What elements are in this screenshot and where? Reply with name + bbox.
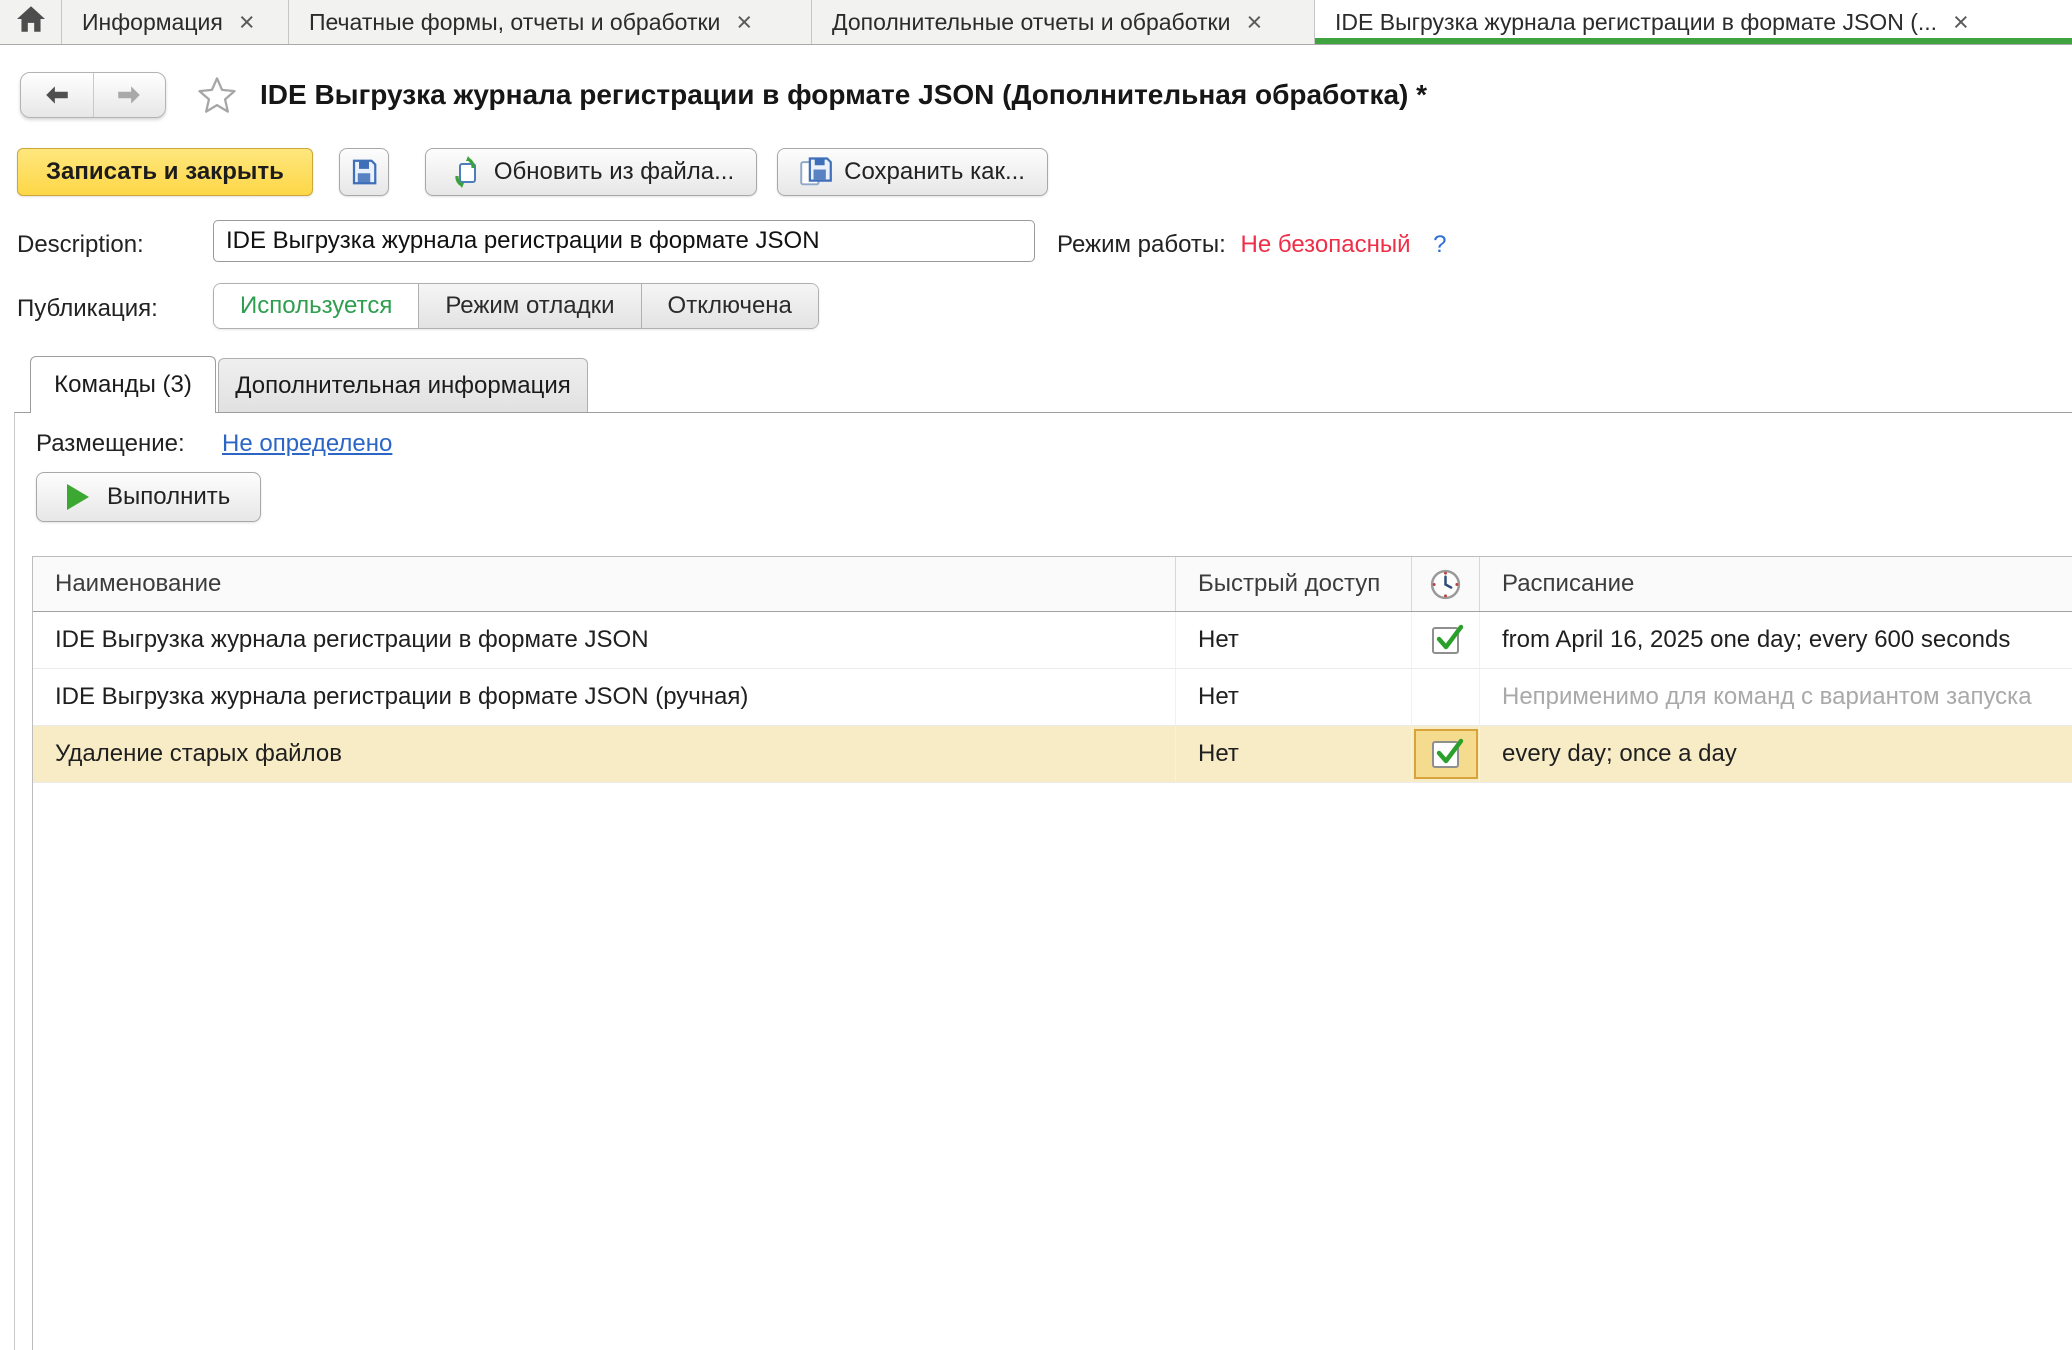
description-label: Description: <box>17 231 144 259</box>
column-header-name[interactable]: Наименование <box>33 557 1176 611</box>
schedule-cell[interactable]: every day; once a day <box>1480 726 2072 782</box>
column-header-quick-access[interactable]: Быстрый доступ <box>1176 557 1412 611</box>
table-row[interactable]: IDE Выгрузка журнала регистрации в форма… <box>33 612 2072 669</box>
button-label: Сохранить как... <box>844 158 1025 186</box>
publication-option-debug[interactable]: Режим отладки <box>418 284 640 328</box>
run-button[interactable]: Выполнить <box>36 472 261 522</box>
quick-access-cell[interactable]: Нет <box>1176 612 1412 668</box>
tab-bar: Информация × Печатные формы, отчеты и об… <box>0 0 2072 45</box>
refresh-from-file-icon <box>448 156 482 188</box>
tab-additional-information[interactable]: Дополнительная информация <box>218 358 588 412</box>
tab-additional-reports[interactable]: Дополнительные отчеты и обработки × <box>812 0 1315 44</box>
column-header-schedule-flag[interactable] <box>1412 557 1480 611</box>
tab-print-forms[interactable]: Печатные формы, отчеты и обработки × <box>289 0 812 44</box>
button-label: Выполнить <box>107 483 230 511</box>
favorite-star-icon[interactable] <box>196 74 238 116</box>
placement-link[interactable]: Не определено <box>222 430 392 458</box>
history-nav-group <box>20 72 166 118</box>
work-mode-label: Режим работы: <box>1057 231 1226 258</box>
table-header: Наименование Быстрый доступ Расписание <box>33 557 2072 612</box>
work-mode-value: Не безопасный <box>1241 231 1411 258</box>
flag-box <box>1414 729 1478 779</box>
description-input[interactable] <box>213 220 1035 262</box>
save-button[interactable] <box>339 148 389 196</box>
tab-ide-json-export[interactable]: IDE Выгрузка журнала регистрации в форма… <box>1315 0 2072 44</box>
button-label: Записать и закрыть <box>46 158 284 186</box>
publication-toggle-group: Используется Режим отладки Отключена <box>213 283 819 329</box>
forward-button[interactable] <box>93 73 166 117</box>
help-question-icon[interactable]: ? <box>1433 231 1446 258</box>
play-icon <box>67 484 89 510</box>
close-icon[interactable]: × <box>239 9 255 36</box>
page-title: IDE Выгрузка журнала регистрации в форма… <box>260 79 1427 111</box>
command-table-rows: IDE Выгрузка журнала регистрации в форма… <box>33 612 2072 783</box>
schedule-checkbox[interactable] <box>1432 627 1459 654</box>
column-header-schedule[interactable]: Расписание <box>1480 557 2072 611</box>
arrow-right-icon <box>115 84 143 106</box>
close-icon[interactable]: × <box>1953 9 1969 36</box>
active-tab-indicator <box>1315 38 2072 44</box>
schedule-flag-cell[interactable] <box>1412 612 1480 668</box>
publication-option-used[interactable]: Используется <box>214 284 418 328</box>
publication-label: Публикация: <box>17 295 158 323</box>
publication-option-disabled[interactable]: Отключена <box>641 284 818 328</box>
flag-box <box>1414 615 1478 665</box>
button-label: Обновить из файла... <box>494 158 734 186</box>
update-from-file-button[interactable]: Обновить из файла... <box>425 148 757 196</box>
schedule-cell[interactable]: from April 16, 2025 one day; every 600 s… <box>1480 612 2072 668</box>
close-icon[interactable]: × <box>1246 9 1262 36</box>
quick-access-cell[interactable]: Нет <box>1176 669 1412 725</box>
nav-row: IDE Выгрузка журнала регистрации в форма… <box>20 72 1427 118</box>
arrow-left-icon <box>43 84 71 106</box>
back-button[interactable] <box>21 73 93 117</box>
table-row[interactable]: Удаление старых файловНет every day; once… <box>33 726 2072 783</box>
save-as-button[interactable]: Сохранить как... <box>777 148 1048 196</box>
command-name-cell[interactable]: Удаление старых файлов <box>33 726 1176 782</box>
tab-information[interactable]: Информация × <box>62 0 289 44</box>
floppy-icon <box>349 157 379 187</box>
app-window: Информация × Печатные формы, отчеты и об… <box>0 0 2072 1350</box>
table-row[interactable]: IDE Выгрузка журнала регистрации в форма… <box>33 669 2072 726</box>
placement-label: Размещение: <box>36 430 185 458</box>
quick-access-cell[interactable]: Нет <box>1176 726 1412 782</box>
work-mode-line: Режим работы: Не безопасный ? <box>1057 231 1447 259</box>
close-icon[interactable]: × <box>736 9 752 36</box>
tab-label: Дополнительные отчеты и обработки <box>832 9 1230 36</box>
command-name-cell[interactable]: IDE Выгрузка журнала регистрации в форма… <box>33 612 1176 668</box>
commands-table: Наименование Быстрый доступ Расписание I… <box>32 556 2072 1350</box>
tab-label: Печатные формы, отчеты и обработки <box>309 9 720 36</box>
tab-label: IDE Выгрузка журнала регистрации в форма… <box>1335 9 1937 36</box>
home-icon <box>15 5 47 39</box>
home-tab[interactable] <box>0 0 62 44</box>
schedule-flag-cell[interactable] <box>1412 669 1480 725</box>
save-and-close-button[interactable]: Записать и закрыть <box>17 148 313 196</box>
schedule-checkbox[interactable] <box>1432 741 1459 768</box>
tab-label: Информация <box>82 9 223 36</box>
command-name-cell[interactable]: IDE Выгрузка журнала регистрации в форма… <box>33 669 1176 725</box>
toolbar: Записать и закрыть Обновить из файла... <box>17 148 1048 196</box>
schedule-cell[interactable]: Неприменимо для команд с вариантом запус… <box>1480 669 2072 725</box>
tab-commands[interactable]: Команды (3) <box>30 356 216 413</box>
clock-icon <box>1429 568 1462 601</box>
schedule-flag-cell[interactable] <box>1412 726 1480 782</box>
save-as-icon <box>800 157 832 187</box>
